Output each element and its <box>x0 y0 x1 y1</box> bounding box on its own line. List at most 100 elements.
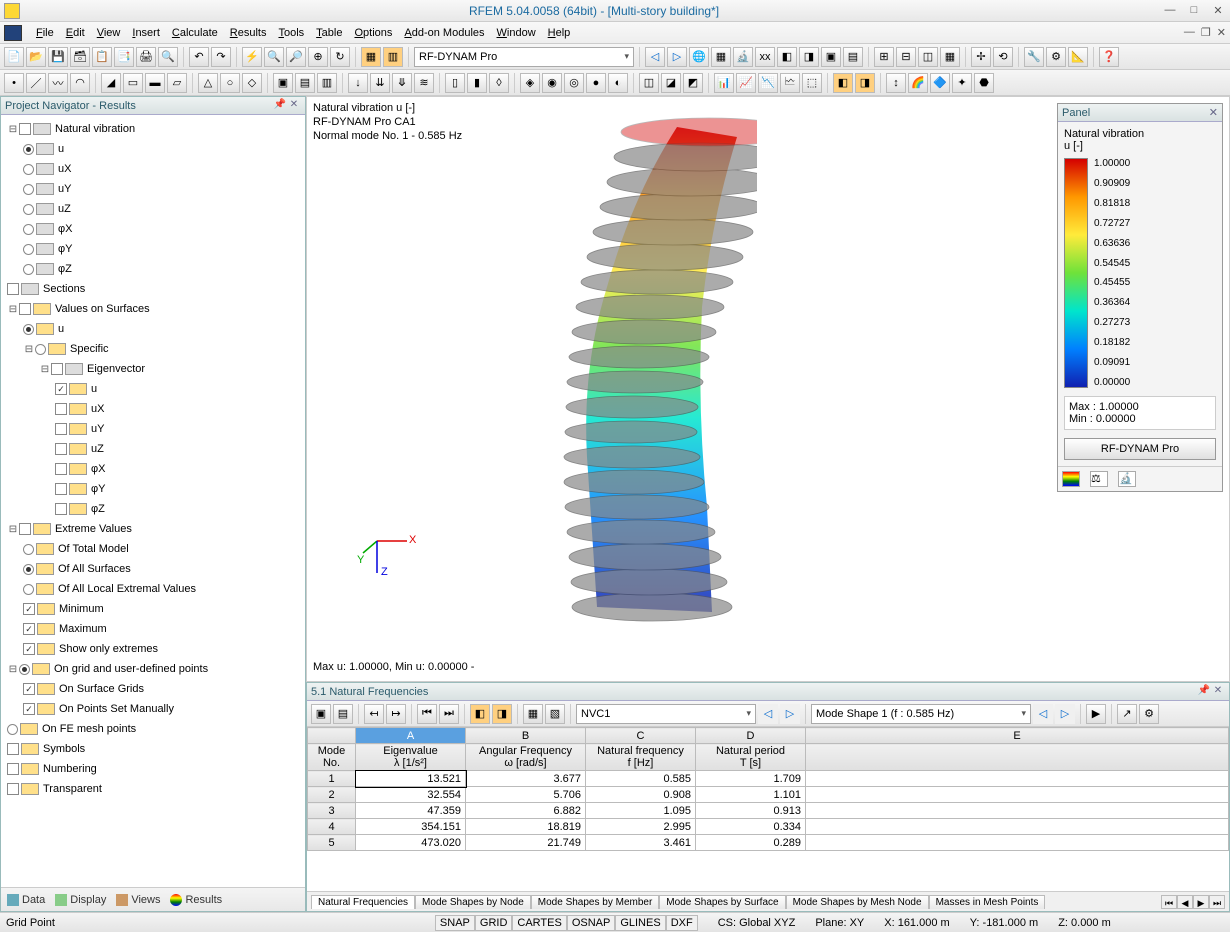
tree-checkbox[interactable] <box>55 403 67 415</box>
diag3-icon[interactable]: 📉 <box>758 73 778 93</box>
nvc-dropdown[interactable]: NVC1 <box>576 704 756 724</box>
minimize-button[interactable]: — <box>1162 4 1178 18</box>
tb2-b-icon[interactable]: ▤ <box>295 73 315 93</box>
panel1-icon[interactable]: ▦ <box>361 47 381 67</box>
view4-icon[interactable]: ▤ <box>843 47 863 67</box>
ft-first-icon[interactable]: ⏮ <box>417 704 437 724</box>
rf-dynam-pro-button[interactable]: RF-DYNAM Pro <box>1064 438 1216 460</box>
tree-label[interactable]: u <box>58 323 64 335</box>
freq-tab-0[interactable]: Natural Frequencies <box>311 895 415 909</box>
tree-label[interactable]: Sections <box>43 283 85 295</box>
tree-expand-icon[interactable]: ⊟ <box>7 304 19 315</box>
menu-window[interactable]: Window <box>491 25 542 41</box>
tree-checkbox[interactable] <box>55 423 67 435</box>
memb-icon[interactable]: ▬ <box>145 73 165 93</box>
tab-data[interactable]: Data <box>7 894 45 906</box>
tree-label[interactable]: Of Total Model <box>58 543 129 555</box>
tree-expand-icon[interactable]: ⊟ <box>7 524 19 535</box>
filter3-icon[interactable]: ◎ <box>564 73 584 93</box>
tree-label[interactable]: On grid and user-defined points <box>54 663 208 675</box>
filter5-icon[interactable]: ◐ <box>608 73 628 93</box>
nav-next-icon[interactable]: ▷ <box>667 47 687 67</box>
tree-label[interactable]: Symbols <box>43 743 85 755</box>
tree-label[interactable]: Specific <box>70 343 109 355</box>
tree-label[interactable]: On FE mesh points <box>42 723 136 735</box>
scale4-icon[interactable]: ✦ <box>952 73 972 93</box>
ft-extra2-icon[interactable]: ▧ <box>545 704 565 724</box>
support-icon[interactable]: △ <box>198 73 218 93</box>
freq-tab-nav-icon[interactable]: ⏮ <box>1161 895 1177 909</box>
tree-checkbox[interactable] <box>19 303 31 315</box>
menu-view[interactable]: View <box>91 25 127 41</box>
tree-radio[interactable] <box>23 564 34 575</box>
status-toggle-osnap[interactable]: OSNAP <box>567 915 616 931</box>
tree-radio[interactable] <box>23 244 34 255</box>
refresh-icon[interactable]: ↻ <box>330 47 350 67</box>
status-toggle-dxf[interactable]: DXF <box>666 915 698 931</box>
freq-tab-nav-icon[interactable]: ◀ <box>1177 895 1193 909</box>
tool2-icon[interactable]: ⚙ <box>1046 47 1066 67</box>
tree-expand-icon[interactable]: ⊟ <box>23 344 35 355</box>
menu-results[interactable]: Results <box>224 25 273 41</box>
legend-balance-icon[interactable]: ⚖ <box>1090 471 1108 487</box>
load2-icon[interactable]: ⇊ <box>370 73 390 93</box>
copy-icon[interactable]: 📋 <box>92 47 112 67</box>
zoom-icon[interactable]: 🔍 <box>264 47 284 67</box>
tree-expand-icon[interactable]: ⊟ <box>39 364 51 375</box>
status-toggle-grid[interactable]: GRID <box>475 915 513 931</box>
grid2-icon[interactable]: ⊟ <box>896 47 916 67</box>
panel2-icon[interactable]: ▥ <box>383 47 403 67</box>
tree-radio[interactable] <box>7 724 18 735</box>
ft-btn3-icon[interactable]: ↤ <box>364 704 384 724</box>
tree-label[interactable]: Numbering <box>43 763 97 775</box>
grid3-icon[interactable]: ◫ <box>918 47 938 67</box>
print-icon[interactable]: 🖨 <box>136 47 156 67</box>
tree-label[interactable]: Maximum <box>59 623 107 635</box>
res1-icon[interactable]: ◧ <box>833 73 853 93</box>
tree-checkbox[interactable] <box>55 483 67 495</box>
tree-label[interactable]: Of All Local Extremal Values <box>58 583 196 595</box>
tree-checkbox[interactable] <box>19 123 31 135</box>
cube-iso-icon[interactable]: ◪ <box>661 73 681 93</box>
ft-toggle2-icon[interactable]: ◨ <box>492 704 512 724</box>
filter4-icon[interactable]: ● <box>586 73 606 93</box>
freq-tab-4[interactable]: Mode Shapes by Mesh Node <box>786 895 929 909</box>
tree-radio[interactable] <box>23 204 34 215</box>
close-button[interactable]: ✕ <box>1210 4 1226 18</box>
redo-icon[interactable]: ↷ <box>211 47 231 67</box>
legend-microscope-icon[interactable]: 🔬 <box>1118 471 1136 487</box>
tree-label[interactable]: φX <box>91 463 105 475</box>
diag4-icon[interactable]: 🗠 <box>780 73 800 93</box>
status-toggle-glines[interactable]: GLINES <box>615 915 665 931</box>
tree-checkbox[interactable] <box>55 443 67 455</box>
status-toggle-snap[interactable]: SNAP <box>435 915 475 931</box>
table-row[interactable]: 5473.02021.7493.4610.289 <box>308 835 1229 851</box>
mat-icon[interactable]: ◢ <box>101 73 121 93</box>
ft-btn4-icon[interactable]: ↦ <box>386 704 406 724</box>
tree-checkbox[interactable]: ✓ <box>23 703 35 715</box>
legend-colors-icon[interactable] <box>1062 471 1080 487</box>
view3-icon[interactable]: ▣ <box>821 47 841 67</box>
table-row[interactable]: 4354.15118.8192.9950.334 <box>308 819 1229 835</box>
tree-expand-icon[interactable]: ⊟ <box>7 664 19 675</box>
open-icon[interactable]: 📂 <box>26 47 46 67</box>
cube-top-icon[interactable]: ◩ <box>683 73 703 93</box>
view1-icon[interactable]: ◧ <box>777 47 797 67</box>
tree-label[interactable]: φX <box>58 223 72 235</box>
tree-radio[interactable] <box>23 144 34 155</box>
load4-icon[interactable]: ≋ <box>414 73 434 93</box>
saveall-icon[interactable]: 🗃 <box>70 47 90 67</box>
tree-checkbox[interactable] <box>7 763 19 775</box>
freq-pin-icon[interactable]: 📌 <box>1197 685 1211 699</box>
status-toggle-cartes[interactable]: CARTES <box>512 915 566 931</box>
tab-results[interactable]: Results <box>170 894 222 906</box>
ft-btn2-icon[interactable]: ▤ <box>333 704 353 724</box>
tree-label[interactable]: uZ <box>58 203 71 215</box>
preview-icon[interactable]: 🔍 <box>158 47 178 67</box>
mode-next-icon[interactable]: ▷ <box>1055 704 1075 724</box>
load3-icon[interactable]: ⤋ <box>392 73 412 93</box>
node-icon[interactable]: • <box>4 73 24 93</box>
tree-radio[interactable] <box>23 164 34 175</box>
cube1-icon[interactable]: ▯ <box>445 73 465 93</box>
tool3-icon[interactable]: 📐 <box>1068 47 1088 67</box>
